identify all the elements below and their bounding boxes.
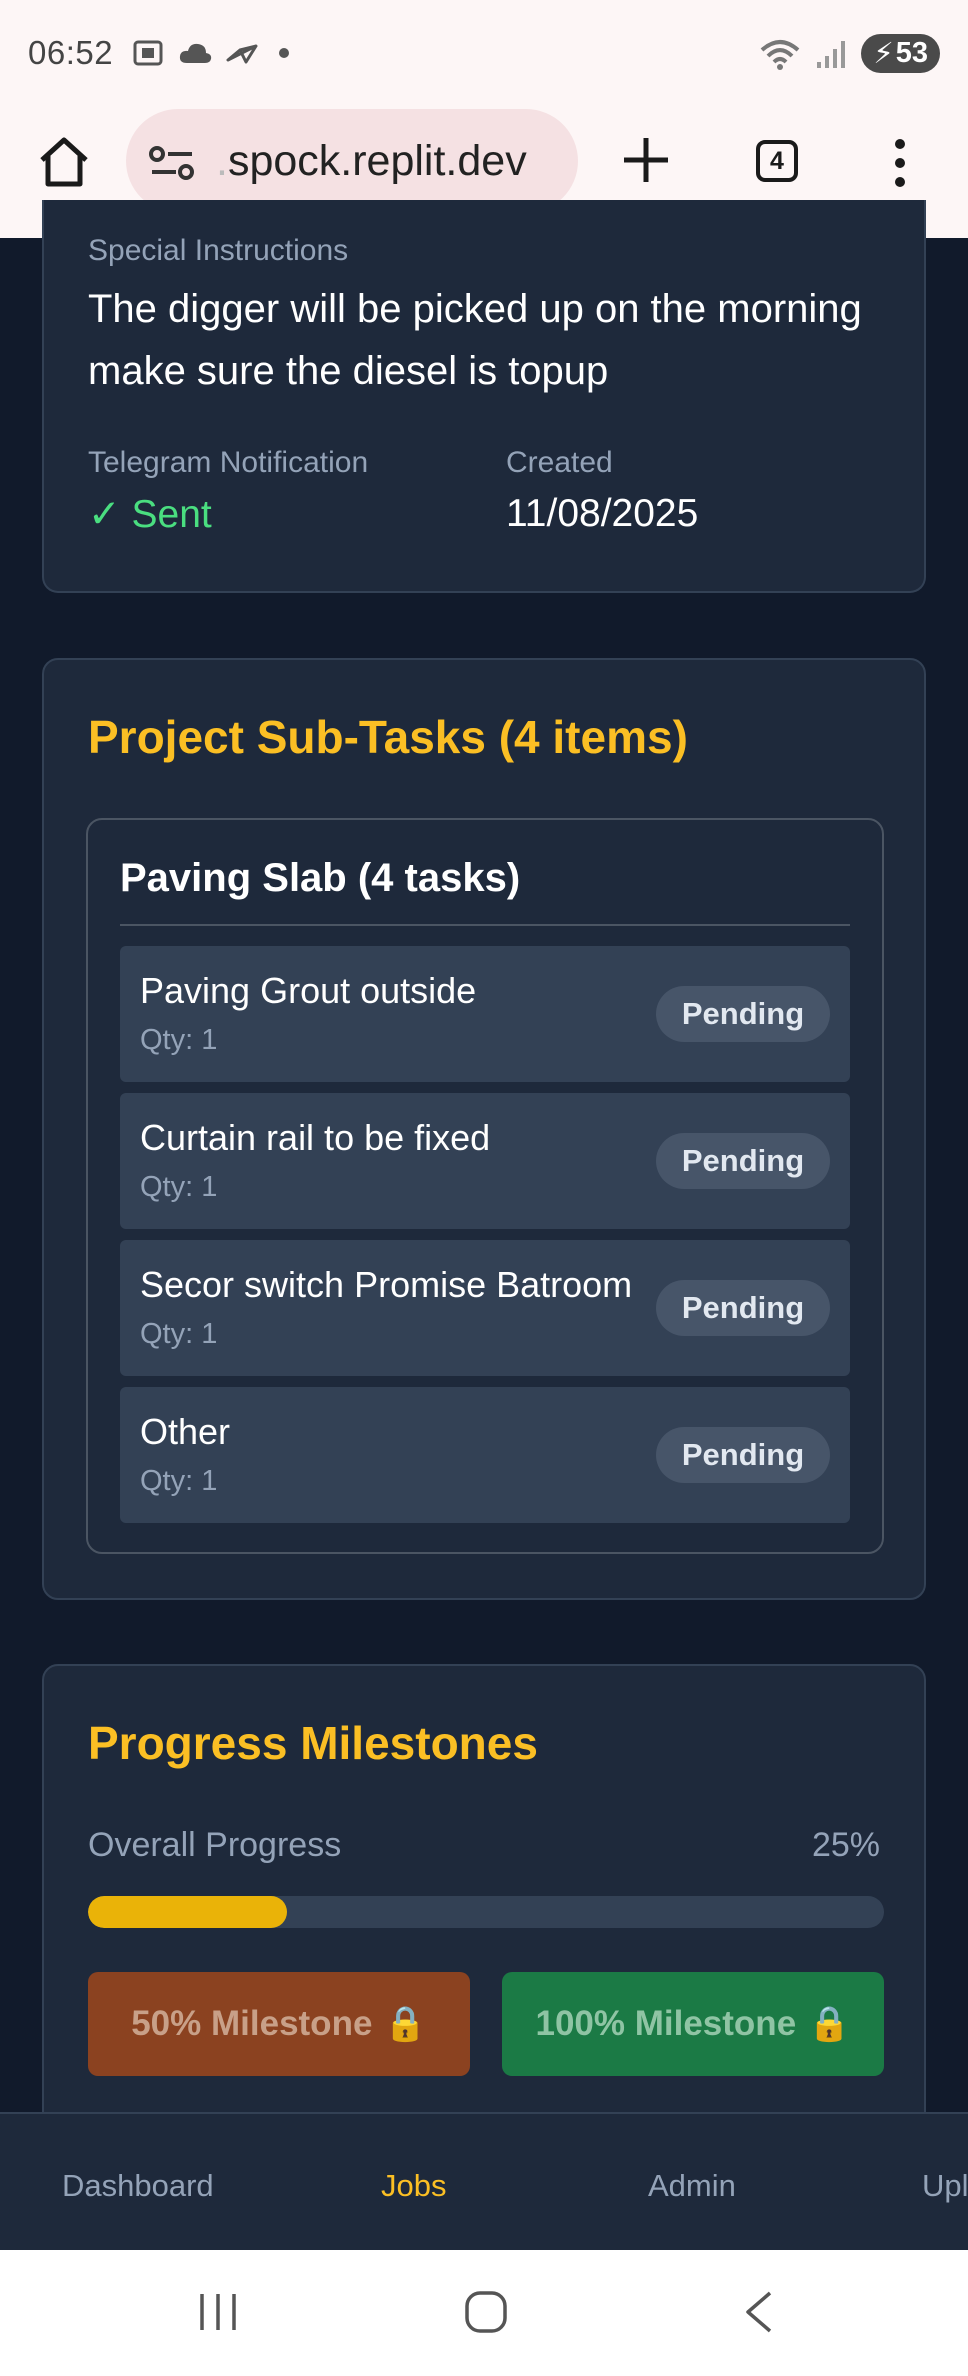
milestone-100-button[interactable]: 100% Milestone 🔒 — [502, 1972, 884, 2076]
task-qty: Qty: 1 — [140, 1465, 218, 1497]
system-nav-bar — [0, 2250, 968, 2376]
task-name: Secor switch Promise Batroom — [140, 1264, 633, 1305]
status-system-icons: ⚡ 53 — [759, 34, 940, 73]
bottom-nav: Dashboard Jobs Admin Upl — [0, 2112, 968, 2252]
subtasks-card: Project Sub-Tasks (4 items) Paving Slab … — [42, 658, 926, 1600]
url-text: .spock.replit.dev — [216, 137, 527, 186]
task-name: Curtain rail to be fixed — [140, 1117, 491, 1158]
send-icon — [226, 44, 258, 64]
milestone-50-label: 50% Milestone — [131, 2004, 373, 2043]
signal-icon — [817, 40, 846, 68]
telegram-notification-label: Telegram Notification — [88, 446, 369, 479]
milestone-100-label: 100% Milestone — [535, 2004, 797, 2043]
status-badge: Pending — [656, 1427, 830, 1483]
dot-icon — [279, 48, 289, 58]
telegram-status: ✓ Sent — [88, 492, 212, 537]
milestone-50-button[interactable]: 50% Milestone 🔒 — [88, 1972, 470, 2076]
nav-dashboard[interactable]: Dashboard — [62, 2168, 214, 2204]
task-qty: Qty: 1 — [140, 1171, 218, 1203]
status-badge: Pending — [656, 986, 830, 1042]
milestones-card: Progress Milestones Overall Progress 25%… — [42, 1664, 926, 2134]
recent-apps-icon[interactable] — [196, 2290, 240, 2334]
task-name: Paving Grout outside — [140, 970, 477, 1011]
special-instructions-label: Special Instructions — [88, 234, 349, 267]
task-name: Other — [140, 1411, 231, 1452]
status-badge: Pending — [656, 1133, 830, 1189]
nav-upload[interactable]: Upl — [922, 2168, 968, 2204]
home-nav-icon[interactable] — [464, 2290, 508, 2334]
url-domain: spock.replit.dev — [227, 137, 527, 185]
url-prefix: . — [216, 137, 228, 185]
task-qty: Qty: 1 — [140, 1318, 218, 1350]
address-bar[interactable]: .spock.replit.dev — [126, 109, 578, 213]
divider — [120, 924, 850, 926]
job-details-card: Special Instructions The digger will be … — [42, 200, 926, 593]
home-icon[interactable] — [36, 134, 92, 190]
status-badge: Pending — [656, 1280, 830, 1336]
nav-admin[interactable]: Admin — [648, 2168, 736, 2204]
progress-bar — [88, 1896, 884, 1928]
screenshot-icon — [133, 40, 163, 66]
battery-indicator: ⚡ 53 — [861, 34, 940, 73]
task-row[interactable]: Curtain rail to be fixed Qty: 1 Pending — [120, 1093, 850, 1229]
check-icon: ✓ — [88, 493, 121, 536]
status-time: 06:52 — [28, 34, 114, 71]
tab-switcher-button[interactable]: 4 — [756, 140, 798, 182]
status-notification-icons — [132, 38, 296, 68]
lock-icon: 🔒 — [384, 2005, 427, 2043]
new-tab-icon[interactable] — [620, 134, 672, 186]
task-qty: Qty: 1 — [140, 1024, 218, 1056]
milestones-title: Progress Milestones — [88, 1717, 538, 1769]
back-icon[interactable] — [740, 2290, 780, 2334]
telegram-status-text: Sent — [131, 493, 212, 536]
battery-level: 53 — [895, 37, 928, 69]
task-row[interactable]: Other Qty: 1 Pending — [120, 1387, 850, 1523]
overall-progress-label: Overall Progress — [88, 1826, 342, 1864]
site-settings-icon[interactable] — [148, 145, 196, 181]
task-group-title: Paving Slab (4 tasks) — [120, 856, 521, 900]
created-date: 11/08/2025 — [506, 492, 699, 535]
nav-jobs[interactable]: Jobs — [381, 2168, 446, 2204]
task-row[interactable]: Secor switch Promise Batroom Qty: 1 Pend… — [120, 1240, 850, 1376]
task-row[interactable]: Paving Grout outside Qty: 1 Pending — [120, 946, 850, 1082]
subtasks-title: Project Sub-Tasks (4 items) — [88, 711, 688, 763]
overall-progress-percent: 25% — [811, 1826, 880, 1864]
battery-charging-icon: ⚡ — [873, 38, 894, 70]
special-instructions-text: The digger will be picked up on the morn… — [88, 287, 862, 393]
created-label: Created — [506, 446, 613, 479]
cloud-icon — [179, 43, 212, 63]
task-group-paving-slab: Paving Slab (4 tasks) Paving Grout outsi… — [86, 818, 884, 1554]
lock-icon: 🔒 — [808, 2005, 851, 2043]
progress-bar-fill — [88, 1896, 287, 1928]
status-bar: 06:52 ⚡ 53 — [0, 0, 968, 104]
more-options-icon[interactable] — [890, 138, 910, 188]
wifi-icon — [761, 39, 800, 70]
